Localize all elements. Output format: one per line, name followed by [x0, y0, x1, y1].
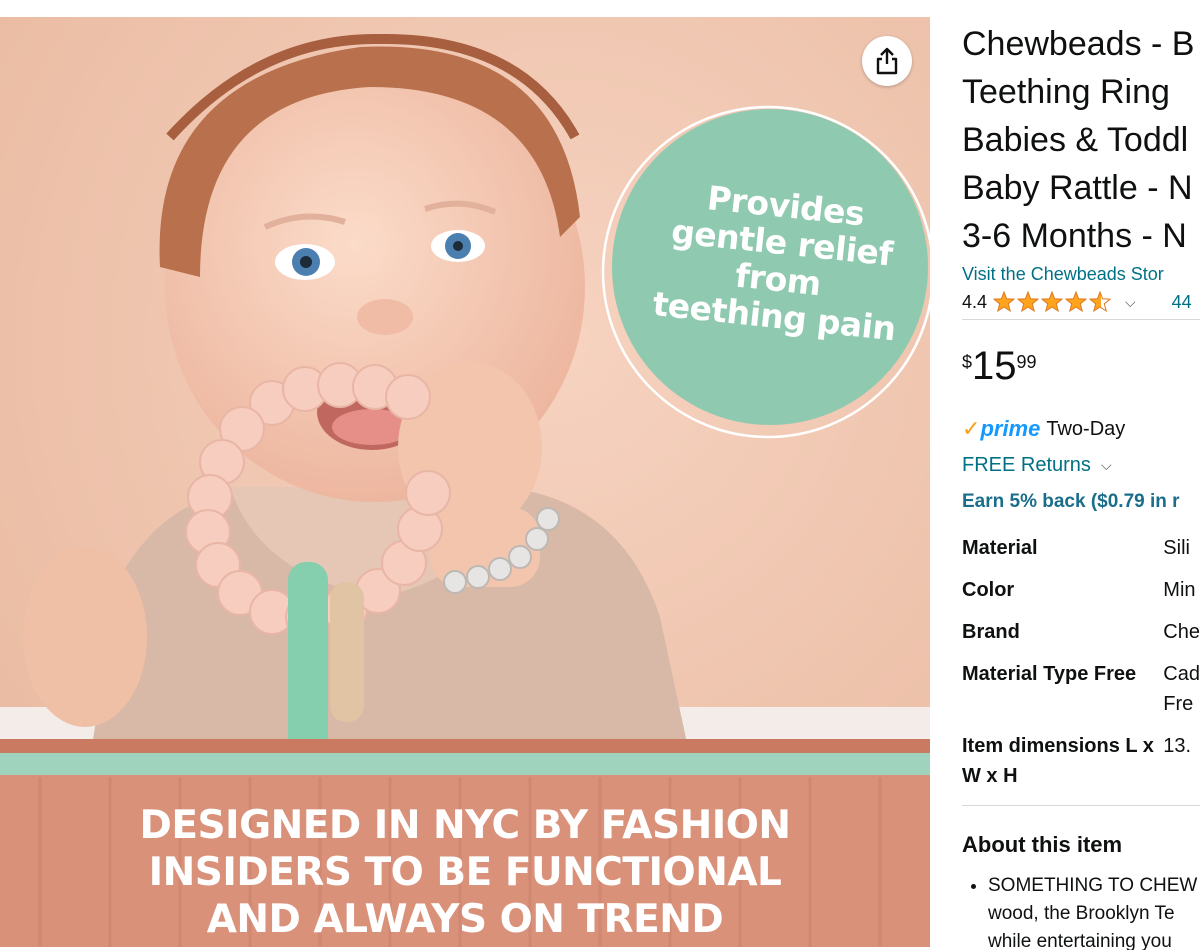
spec-value-line: Cad — [1163, 663, 1200, 685]
spec-label: Material Type Free — [962, 653, 1163, 725]
list-item: SOMETHING TO CHEW wood, the Brooklyn Te … — [988, 872, 1200, 950]
prime-logo: prime — [980, 416, 1041, 441]
spec-label: Material — [962, 537, 1038, 559]
spec-label-line: W x H — [962, 765, 1018, 787]
star-rating[interactable] — [993, 291, 1113, 313]
about-heading: About this item — [962, 832, 1123, 857]
table-row: Color Min — [962, 569, 1200, 611]
banner-line: INSIDERS TO BE FUNCTIONAL — [148, 850, 782, 895]
title-line: Teething Ring — [962, 73, 1170, 111]
chevron-down-icon: ⌵ — [1100, 457, 1112, 473]
spec-value-line: 13. — [1163, 735, 1192, 757]
spec-label-line: Material Type Free — [962, 663, 1137, 685]
title-line: Chewbeads - B — [962, 25, 1195, 63]
banner-line: DESIGNED IN NYC BY FASHION — [139, 803, 791, 848]
price-symbol: $ — [962, 352, 973, 372]
title-line: Babies & Toddl — [962, 121, 1189, 159]
product-title: Chewbeads - B Teething Ring Babies & Tod… — [962, 20, 1200, 260]
share-icon — [876, 47, 898, 75]
share-button[interactable] — [862, 36, 912, 86]
bullet-line: wood, the Brooklyn Te — [988, 903, 1175, 924]
table-row: Material Type Free Cad Fre — [962, 653, 1200, 725]
spec-label-line: Item dimensions L x — [962, 735, 1154, 757]
stars-icon — [993, 291, 1111, 312]
rating-value: 4.4 — [962, 291, 988, 312]
ratings-count-link[interactable]: 44 — [1172, 292, 1192, 313]
spec-value: Min — [1163, 579, 1196, 601]
price: $ 15 99 — [962, 346, 1200, 386]
spec-value: Cad Fre — [1163, 653, 1200, 725]
prime-check-icon: ✓ — [962, 416, 981, 441]
product-main-image[interactable]: Provides gentle relief from teething pai… — [0, 17, 930, 947]
divider — [962, 805, 1200, 806]
spec-value: 13. — [1163, 725, 1200, 797]
free-returns-link[interactable]: FREE Returns ⌵ — [962, 454, 1200, 477]
prime-delivery: Two-Day — [1046, 417, 1126, 440]
spec-label: Color — [962, 579, 1015, 601]
price-whole: 15 — [972, 344, 1017, 388]
earn-back-link[interactable]: Earn 5% back ($0.79 in r — [962, 491, 1200, 513]
product-details: Chewbeads - B Teething Ring Babies & Tod… — [962, 20, 1200, 950]
table-row: Brand Che — [962, 611, 1200, 653]
spec-label: Item dimensions L x W x H — [962, 725, 1163, 797]
title-line: 3-6 Months - N — [962, 217, 1187, 255]
bullet-line: while entertaining you — [988, 931, 1172, 950]
visit-store-link[interactable]: Visit the Chewbeads Stor — [962, 264, 1200, 285]
spec-table: Material Sili Color Min Brand Che Materi… — [962, 527, 1200, 797]
prime-badge: ✓ prime Two-Day — [962, 416, 1200, 442]
spec-value-line: Fre — [1163, 693, 1194, 715]
table-row: Material Sili — [962, 527, 1200, 569]
table-row: Item dimensions L x W x H 13. — [962, 725, 1200, 797]
rating-row: 4.4 ⌵ 44 — [962, 291, 1200, 320]
about-bullets: SOMETHING TO CHEW wood, the Brooklyn Te … — [962, 872, 1200, 950]
free-returns-label: FREE Returns — [962, 454, 1091, 476]
bubble-caption: Provides gentle relief from teething pai… — [623, 172, 930, 351]
spec-value: Sili — [1163, 537, 1190, 559]
spec-label: Brand — [962, 621, 1020, 643]
title-line: Baby Rattle - N — [962, 169, 1193, 207]
price-fraction: 99 — [1016, 352, 1037, 372]
chevron-down-icon[interactable]: ⌵ — [1125, 294, 1136, 311]
banner-caption: DESIGNED IN NYC BY FASHION INSIDERS TO B… — [0, 802, 930, 943]
spec-value: Che — [1163, 621, 1200, 643]
bullet-line: SOMETHING TO CHEW — [988, 875, 1198, 896]
banner-line: AND ALWAYS ON TREND — [206, 897, 724, 942]
